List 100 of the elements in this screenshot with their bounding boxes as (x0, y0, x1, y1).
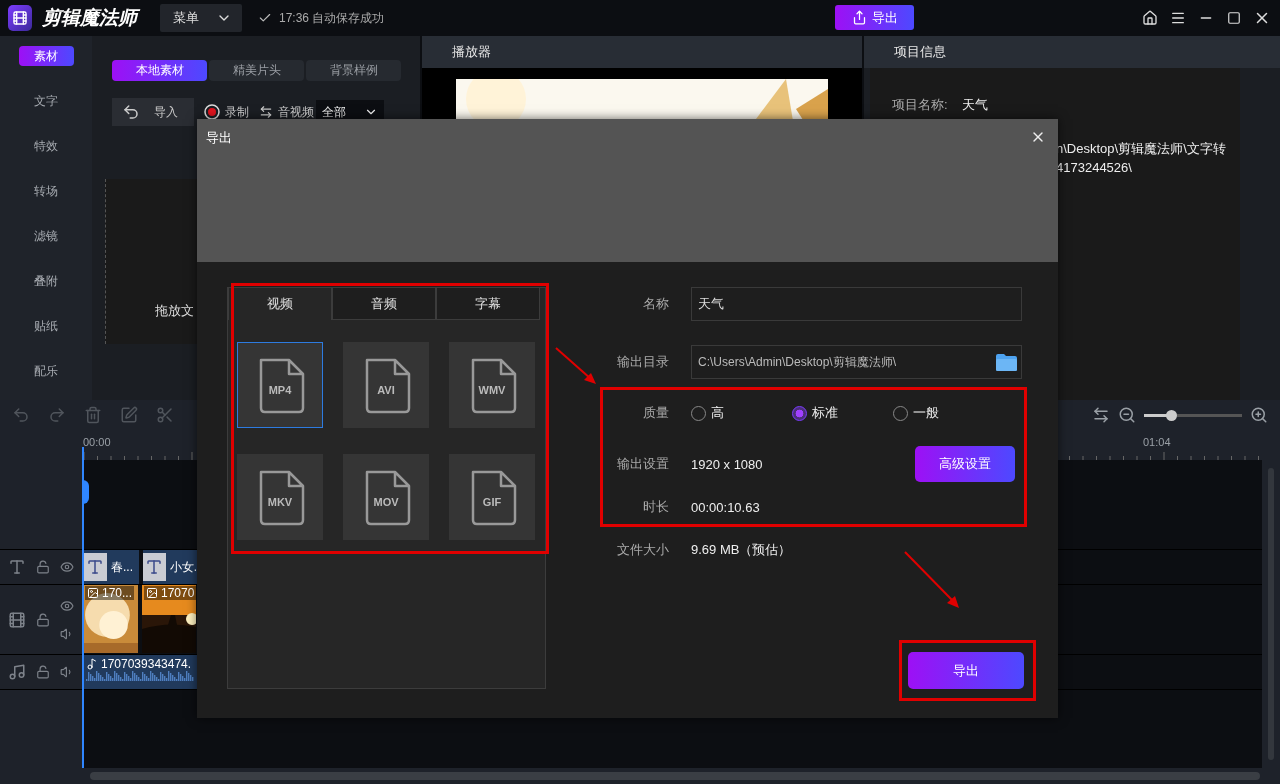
export-button[interactable]: 导出 (835, 5, 914, 30)
file-icon (363, 470, 411, 526)
time-label: 00:00 (83, 436, 111, 448)
quality-radio[interactable]: 高 (691, 404, 792, 422)
eye-icon[interactable] (60, 560, 74, 574)
import-button[interactable]: 导入 (112, 98, 194, 126)
directory-path: C:\Users\Admin\Desktop\剪辑魔法师\ (698, 353, 897, 371)
resolution-value: 1920 x 1080 (691, 456, 763, 472)
arrow (904, 551, 959, 608)
format-option[interactable]: AVI (343, 342, 429, 428)
path-text: n\Desktop\剪辑魔法师\文字转 (1056, 140, 1227, 158)
panel-title: 播放器 (452, 43, 491, 61)
media-tab[interactable]: 精美片头 (209, 60, 304, 81)
home-icon[interactable] (1140, 8, 1160, 28)
path-text: 4173244526\ (1056, 160, 1133, 175)
folder-icon[interactable] (996, 353, 1017, 371)
field-label: 输出设置 (616, 455, 669, 473)
clip-label: 春... (111, 558, 133, 576)
quality-radio[interactable]: 标准 (792, 404, 893, 422)
text-icon (83, 553, 107, 581)
zoom-out-icon[interactable] (1118, 406, 1136, 424)
audio-clip[interactable]: 1707039343474. (83, 655, 197, 689)
eye-icon[interactable] (60, 598, 74, 613)
directory-field[interactable]: C:\Users\Admin\Desktop\剪辑魔法师\ (691, 345, 1022, 379)
lock-icon[interactable] (36, 560, 50, 574)
sidebar-item[interactable]: 贴纸 (30, 316, 62, 336)
format-option[interactable]: GIF (449, 454, 535, 540)
horizontal-scrollbar[interactable] (0, 768, 1280, 784)
radio-circle[interactable] (792, 405, 807, 421)
sidebar-item[interactable]: 转场 (30, 181, 62, 201)
check-icon (258, 11, 272, 25)
scissors-icon[interactable] (156, 406, 174, 424)
name-field[interactable]: 天气 (691, 287, 1022, 321)
record-icon (204, 104, 220, 120)
text-icon (143, 553, 166, 581)
lock-icon[interactable] (36, 612, 50, 627)
share-icon (851, 10, 867, 25)
format-tab[interactable]: 字幕 (436, 288, 540, 320)
field-label: 文件大小 (616, 541, 669, 559)
file-icon (363, 358, 411, 414)
export-button[interactable]: 导出 (908, 652, 1024, 689)
format-option[interactable]: WMV (449, 342, 535, 428)
undo-icon (122, 103, 140, 121)
file-icon (257, 358, 305, 414)
dialog-title: 导出 (206, 129, 232, 147)
swap-icon (259, 105, 273, 119)
redo-icon[interactable] (48, 406, 66, 424)
clip-label: 170... (102, 586, 133, 600)
field-label: 名称 (642, 295, 669, 313)
file-icon (469, 470, 517, 526)
field-label: 质量 (642, 404, 669, 422)
lock-icon[interactable] (36, 665, 50, 679)
fit-icon[interactable] (1092, 406, 1110, 424)
record-button[interactable]: 录制 (204, 103, 249, 121)
sidebar-item[interactable]: 叠附 (30, 271, 62, 291)
media-tab[interactable]: 背景样例 (306, 60, 401, 81)
format-option[interactable]: MP4 (237, 342, 323, 428)
playhead-handle[interactable] (82, 480, 89, 504)
file-size-value: 9.69 MB（预估） (691, 541, 792, 559)
info-value: 天气 (961, 96, 988, 114)
drop-hint: 拖放文 (155, 301, 194, 320)
delete-icon[interactable] (84, 406, 102, 424)
text-clip[interactable]: 小女. (143, 550, 197, 584)
sidebar-item[interactable]: 素材 (18, 46, 74, 66)
media-tab[interactable]: 本地素材 (112, 60, 207, 81)
logo-icon (8, 5, 32, 31)
sidebar-item[interactable]: 滤镜 (30, 226, 62, 246)
clip-label: 小女. (169, 558, 197, 576)
format-tab[interactable]: 音频 (332, 288, 436, 320)
text-clip[interactable]: 春... (83, 550, 139, 584)
duration-value: 00:00:10.63 (691, 499, 760, 515)
zoom-in-icon[interactable] (1250, 406, 1268, 424)
slider-thumb[interactable] (1166, 409, 1178, 421)
format-option[interactable]: MKV (237, 454, 323, 540)
sidebar-item[interactable]: 特效 (30, 136, 62, 156)
format-tab[interactable]: 视频 (228, 288, 332, 320)
image-icon (87, 587, 99, 599)
info-label: 项目名称: (892, 96, 948, 114)
music-icon (8, 663, 26, 681)
file-icon (469, 358, 517, 414)
app-title: 剪辑魔法师 (42, 5, 160, 31)
format-option[interactable]: MOV (343, 454, 429, 540)
clip-label: 17070 (161, 586, 195, 600)
sidebar-item[interactable]: 配乐 (30, 361, 62, 381)
music-icon (86, 658, 98, 670)
menu-dropdown[interactable]: 菜单 (160, 4, 242, 32)
text-track-icon (8, 558, 26, 576)
save-status: 17:36 自动保存成功 (279, 9, 385, 27)
edit-icon[interactable] (120, 406, 138, 424)
clip-label: 1707039343474. (101, 657, 192, 671)
field-label: 输出目录 (616, 353, 669, 371)
arrow (555, 347, 596, 384)
advanced-settings-button[interactable]: 高级设置 (915, 446, 1015, 482)
panel-title: 项目信息 (894, 43, 946, 61)
time-label: 01:04 (1143, 436, 1171, 448)
quality-radio[interactable]: 一般 (893, 404, 994, 422)
sidebar-item[interactable]: 文字 (30, 91, 62, 111)
undo-icon[interactable] (12, 406, 30, 424)
image-icon (146, 587, 158, 599)
filter-label[interactable]: 音视频 (259, 103, 314, 121)
